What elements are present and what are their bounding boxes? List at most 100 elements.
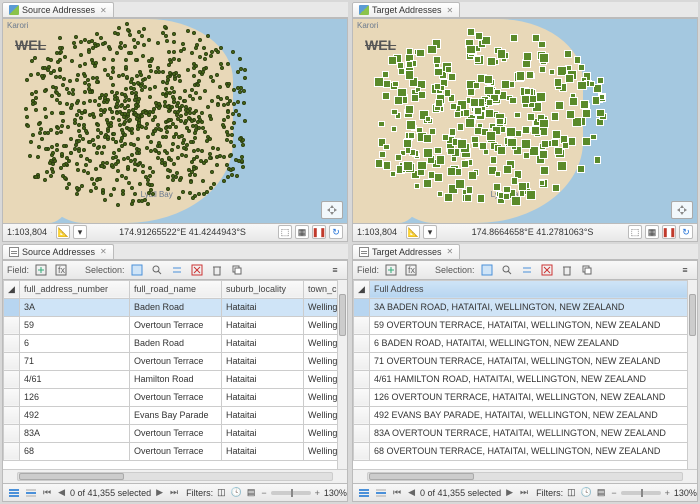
- table-row[interactable]: 68 OVERTOUN TERRACE, HATAITAI, WELLINGTO…: [354, 442, 697, 460]
- table-menu-button[interactable]: ≡: [677, 262, 693, 278]
- table-row[interactable]: 83AOvertoun TerraceHataitaiWellington: [4, 424, 348, 442]
- table-row[interactable]: 492 EVANS BAY PARADE, HATAITAI, WELLINGT…: [354, 406, 697, 424]
- grid-button[interactable]: ▦: [645, 225, 659, 239]
- row-selector-header[interactable]: ◢: [4, 280, 20, 298]
- first-record-button[interactable]: ⏮: [41, 487, 53, 498]
- next-record-button[interactable]: ▶: [154, 487, 165, 498]
- filter-sel-button[interactable]: ▤: [596, 485, 607, 501]
- refresh-button[interactable]: ↻: [329, 225, 343, 239]
- col-full-address[interactable]: Full Address: [370, 280, 697, 298]
- table-row[interactable]: 71 OVERTOUN TERRACE, HATAITAI, WELLINGTO…: [354, 352, 697, 370]
- snap-button[interactable]: ⬚: [628, 225, 642, 239]
- field-label: Field:: [357, 265, 379, 275]
- filter-extent-button[interactable]: ◫: [216, 485, 227, 501]
- table-row[interactable]: 59Overtoun TerraceHataitaiWellington: [4, 316, 348, 334]
- clear-sel-button[interactable]: [539, 262, 555, 278]
- table-source[interactable]: ◢ full_address_number full_road_name sub…: [2, 280, 348, 485]
- zoom-out-button[interactable]: −: [259, 488, 268, 498]
- map-view-target[interactable]: Karori WEL Lyall Bay: [352, 18, 698, 224]
- table-row[interactable]: 4/61Hamilton RoadHataitaiWellington: [4, 370, 348, 388]
- refresh-button[interactable]: ↻: [679, 225, 693, 239]
- table-menu-button[interactable]: ≡: [327, 262, 343, 278]
- last-record-button[interactable]: ⏭: [168, 487, 180, 498]
- table-footer: ⏮ ◀ 0 of 41,355 selected ▶ ⏭ Filters: ◫ …: [352, 484, 698, 502]
- zoom-to-sel-button[interactable]: [499, 262, 515, 278]
- add-field-button[interactable]: [383, 262, 399, 278]
- close-icon[interactable]: ✕: [100, 247, 107, 256]
- close-icon[interactable]: ✕: [100, 6, 107, 15]
- col-suburb_locality[interactable]: suburb_locality: [222, 280, 304, 298]
- select-by-attr-button[interactable]: [129, 262, 145, 278]
- vertical-scrollbar[interactable]: [337, 280, 347, 470]
- filter-time-button[interactable]: 🕓: [580, 485, 593, 501]
- grid-button[interactable]: ▦: [295, 225, 309, 239]
- horizontal-scrollbar[interactable]: [353, 469, 697, 483]
- filter-sel-button[interactable]: ▤: [246, 485, 257, 501]
- last-record-button[interactable]: ⏭: [518, 487, 530, 498]
- col-full_address_number[interactable]: full_address_number: [20, 280, 130, 298]
- map-nav-control[interactable]: [671, 201, 693, 219]
- vertical-scrollbar[interactable]: [687, 280, 697, 470]
- filter-extent-button[interactable]: ◫: [566, 485, 577, 501]
- table-row[interactable]: 126Overtoun TerraceHataitaiWellington: [4, 388, 348, 406]
- close-icon[interactable]: ✕: [447, 6, 454, 15]
- zoom-slider[interactable]: [621, 491, 661, 495]
- field-label: Field:: [7, 265, 29, 275]
- map-tab-target[interactable]: Target Addresses ✕: [352, 2, 460, 17]
- table-row[interactable]: 83A OVERTOUN TERRACE, HATAITAI, WELLINGT…: [354, 424, 697, 442]
- map-tab-source[interactable]: Source Addresses ✕: [2, 2, 114, 17]
- switch-sel-button[interactable]: [169, 262, 185, 278]
- prev-record-button[interactable]: ◀: [406, 487, 417, 498]
- select-by-attr-button[interactable]: [479, 262, 495, 278]
- table-row[interactable]: 492Evans Bay ParadeHataitaiWellington: [4, 406, 348, 424]
- next-record-button[interactable]: ▶: [504, 487, 515, 498]
- table-row[interactable]: 126 OVERTOUN TERRACE, HATAITAI, WELLINGT…: [354, 388, 697, 406]
- prev-record-button[interactable]: ◀: [56, 487, 67, 498]
- table-target[interactable]: ◢ Full Address 3A BADEN ROAD, HATAITAI, …: [352, 280, 698, 485]
- col-full_road_name[interactable]: full_road_name: [130, 280, 222, 298]
- pause-button[interactable]: ❚❚: [312, 225, 326, 239]
- show-all-button[interactable]: [7, 485, 21, 501]
- show-selected-button[interactable]: [24, 485, 38, 501]
- zoom-in-button[interactable]: +: [663, 488, 672, 498]
- table-row[interactable]: 68Overtoun TerraceHataitaiWellington: [4, 442, 348, 460]
- table-row[interactable]: 3A BADEN ROAD, HATAITAI, WELLINGTON, NEW…: [354, 298, 697, 316]
- row-selector-header[interactable]: ◢: [354, 280, 370, 298]
- show-all-button[interactable]: [357, 485, 371, 501]
- filter-time-button[interactable]: 🕓: [230, 485, 243, 501]
- copy-sel-button[interactable]: [579, 262, 595, 278]
- zoom-to-sel-button[interactable]: [149, 262, 165, 278]
- zoom-slider[interactable]: [271, 491, 311, 495]
- scale-lock-button[interactable]: ▾: [73, 225, 87, 239]
- delete-sel-button[interactable]: [209, 262, 225, 278]
- table-row[interactable]: 4/61 HAMILTON ROAD, HATAITAI, WELLINGTON…: [354, 370, 697, 388]
- table-row[interactable]: 59 OVERTOUN TERRACE, HATAITAI, WELLINGTO…: [354, 316, 697, 334]
- horizontal-scrollbar[interactable]: [3, 469, 347, 483]
- clear-sel-button[interactable]: [189, 262, 205, 278]
- table-row[interactable]: 6 BADEN ROAD, HATAITAI, WELLINGTON, NEW …: [354, 334, 697, 352]
- first-record-button[interactable]: ⏮: [391, 487, 403, 498]
- map-view-source[interactable]: Karori WEL Lyall Bay: [2, 18, 348, 224]
- scale-options-button[interactable]: 📐: [56, 225, 70, 239]
- show-selected-button[interactable]: [374, 485, 388, 501]
- table-tab-target[interactable]: Target Addresses ✕: [352, 244, 460, 259]
- scale-options-button[interactable]: 📐: [406, 225, 420, 239]
- copy-sel-button[interactable]: [229, 262, 245, 278]
- table-tab-source[interactable]: Source Addresses ✕: [2, 244, 114, 259]
- svg-text:fx: fx: [408, 265, 416, 275]
- scale-lock-button[interactable]: ▾: [423, 225, 437, 239]
- table-row[interactable]: 3ABaden RoadHataitaiWellington: [4, 298, 348, 316]
- table-row[interactable]: 71Overtoun TerraceHataitaiWellington: [4, 352, 348, 370]
- map-nav-control[interactable]: [321, 201, 343, 219]
- zoom-out-button[interactable]: −: [609, 488, 618, 498]
- delete-sel-button[interactable]: [559, 262, 575, 278]
- add-field-button[interactable]: [33, 262, 49, 278]
- close-icon[interactable]: ✕: [447, 247, 454, 256]
- calc-field-button[interactable]: fx: [403, 262, 419, 278]
- zoom-in-button[interactable]: +: [313, 488, 322, 498]
- calc-field-button[interactable]: fx: [53, 262, 69, 278]
- pause-button[interactable]: ❚❚: [662, 225, 676, 239]
- snap-button[interactable]: ⬚: [278, 225, 292, 239]
- table-row[interactable]: 6Baden RoadHataitaiWellington: [4, 334, 348, 352]
- switch-sel-button[interactable]: [519, 262, 535, 278]
